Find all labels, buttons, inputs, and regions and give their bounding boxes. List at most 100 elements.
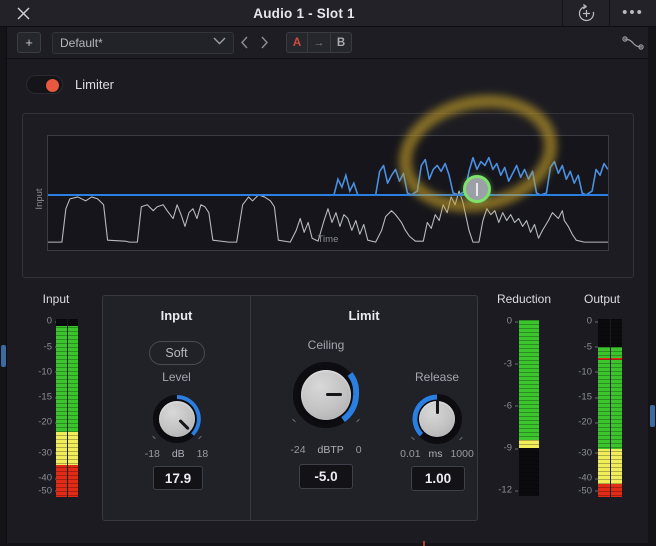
input-level-min: -18 [144,448,160,460]
left-scroll-gutter[interactable] [0,27,7,546]
options-menu-button[interactable]: ••• [609,0,656,27]
title-bar-actions: ••• [562,0,656,27]
soft-clip-button[interactable]: Soft [148,341,205,365]
input-level-max: 18 [196,448,209,460]
meter-scale-label: 0 [586,315,599,327]
reduction-meter-title: Reduction [496,292,552,306]
next-preset-button[interactable] [254,32,274,54]
preset-toolbar: + Default* A → B [0,27,656,59]
input-section-title: Input [160,308,193,323]
keyframe-curve-icon[interactable] [618,35,648,50]
input-level-knob[interactable] [152,395,202,443]
ceiling-max: 0 [355,444,362,456]
meter-scale-label: -40 [578,472,598,484]
controls-panel: Input Soft Level -18 dB 18 17.9 Limit Ce… [102,295,478,521]
meter-scale-label: -20 [578,416,598,428]
graph-x-axis-label: Time [317,234,339,245]
meter-scale-label: -6 [503,400,519,412]
meter-scale-label: 0 [46,315,59,327]
waveform-graph-panel: Input Time [22,113,634,278]
release-value[interactable]: 1.00 [411,466,465,491]
meter-scale-label: 0 [506,315,519,327]
chevron-right-icon [260,36,268,49]
meter-scale-label: -30 [38,447,58,459]
meter-scale-label: -30 [578,447,598,459]
output-meter-channel [610,319,622,497]
ceiling-knob[interactable] [292,362,360,428]
ceiling-min: -24 [290,444,306,456]
input-level-unit: dB [171,448,185,460]
graph-y-axis-label: Input [34,188,46,210]
ceiling-value[interactable]: -5.0 [299,464,353,489]
input-meter-title: Input [42,292,70,306]
meter-scale-label: -40 [38,472,58,484]
meter-scale-label: -20 [38,416,58,428]
prev-preset-button[interactable] [234,32,254,54]
input-meter-body: 0 -5 -10 -15 -20 -30 -40 -50 [24,316,88,511]
title-bar: Audio 1 - Slot 1 ••• [0,0,656,27]
chevron-down-icon [213,37,226,48]
output-meter-bars [598,319,622,497]
meter-scale-label: -15 [578,391,598,403]
meter-scale-label: -9 [503,442,519,454]
input-level-knob-cap [159,401,195,437]
options-dots: ••• [622,4,644,21]
level-knob-label: Level [162,370,191,384]
release-knob-pointer [435,400,439,414]
meter-scale-label: -10 [38,366,58,378]
chevron-left-icon [240,36,248,49]
limit-section-title: Limit [348,308,380,323]
ceiling-knob-pointer [326,393,342,396]
waveform-plot[interactable]: Time [47,135,609,251]
output-meter: Output 0 -5 -10 -15 -20 -30 -40 -50 [566,292,638,511]
limiter-toggle[interactable] [26,74,63,94]
ceiling-knob-range: -24 dBTP 0 [269,444,383,456]
limiter-plugin-window: Audio 1 - Slot 1 ••• + Default* A → B Li… [0,0,656,546]
preset-dropdown[interactable]: Default* [52,31,234,54]
input-meter-bars [56,319,78,497]
left-scroll-thumb[interactable] [1,345,6,367]
preset-name-label: Default* [60,35,103,50]
output-peak-indicator [598,358,610,361]
add-preset-button[interactable]: + [17,32,41,53]
output-waveform-tail [333,172,376,196]
release-max: 1000 [450,448,474,460]
chevron-down-glyph [213,37,226,45]
waveform-svg [48,156,608,243]
meter-scale-label: -3 [503,358,519,370]
release-knob-label: Release [414,370,460,384]
input-level-knob-range: -18 dB 18 [103,448,250,460]
release-knob-range: 0.01 ms 1000 [379,448,495,460]
compare-a-button[interactable]: A [286,32,308,53]
close-icon[interactable] [0,0,46,27]
output-peak-indicator [610,358,622,361]
playhead-handle[interactable] [463,175,491,203]
output-meter-scale: 0 -5 -10 -15 -20 -30 -40 -50 [566,315,599,496]
meter-scale-label: -5 [43,341,59,353]
input-meter-channel [67,319,78,497]
limit-control-section: Limit Ceiling -24 dBTP 0 -5.0 Release 0.… [251,296,477,520]
compare-copy-button[interactable]: → [308,32,330,53]
reduction-meter-channel [518,319,540,497]
right-scroll-gutter[interactable] [648,27,656,546]
output-meter-body: 0 -5 -10 -15 -20 -30 -40 -50 [566,316,638,511]
toggle-knob [46,78,59,92]
input-meter-channel [56,319,67,497]
meter-scale-label: -5 [583,341,599,353]
limiter-enable-row: Limiter [0,59,656,109]
meter-scale-label: -12 [498,484,518,496]
input-meter: Input 0 -5 -10 -15 -20 -30 -40 -50 [24,292,88,511]
reset-plus-icon[interactable] [562,0,609,27]
reduction-meter: Reduction 0 -3 -6 -9 -12 [488,292,560,511]
reduction-meter-scale: 0 -3 -6 -9 -12 [488,315,519,496]
limiter-label: Limiter [75,76,115,92]
timeline-marker [423,541,425,546]
release-knob[interactable] [411,394,463,444]
reduction-meter-body: 0 -3 -6 -9 -12 [488,316,560,511]
meter-scale-label: -50 [38,485,58,497]
input-level-value[interactable]: 17.9 [153,466,203,490]
window-title: Audio 1 - Slot 1 [253,5,355,21]
compare-b-button[interactable]: B [330,32,352,53]
reset-plus-glyph [578,3,594,21]
right-scroll-thumb[interactable] [650,405,655,427]
